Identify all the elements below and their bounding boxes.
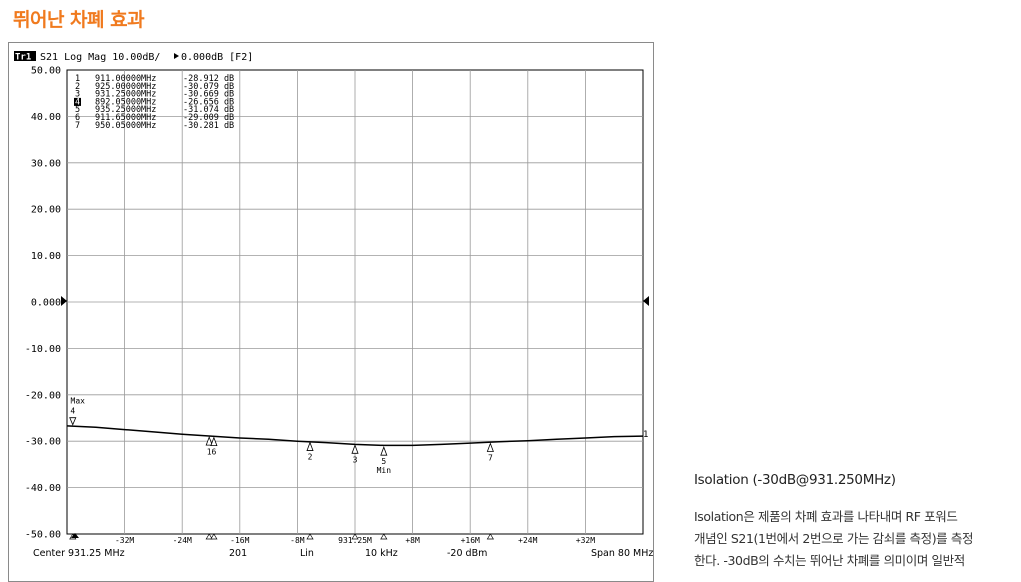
- x-tick-label: +8M: [405, 536, 420, 545]
- chart-marker-layer: 2 3 4Max 5Min 7 16: [69, 397, 494, 540]
- x-tick-label: -16M: [230, 536, 249, 545]
- chart-grid: [66, 69, 644, 535]
- marker-label: 7: [488, 454, 493, 463]
- marker-label: 4: [70, 407, 75, 416]
- y-tick-label: -30.00: [25, 437, 61, 448]
- side-body-line: 한다. -30dB의 수치는 뛰어난 차폐를 의미이며 일반적: [694, 553, 965, 568]
- ref-value: 0.000dB [F2]: [181, 52, 253, 63]
- marker-triangle: [486, 442, 494, 452]
- y-tick-label: 30.00: [31, 158, 61, 169]
- marker-axis-tick-icon: [486, 533, 494, 540]
- x-tick-label: +16M: [461, 536, 480, 545]
- y-tick-label: 40.00: [31, 112, 61, 123]
- analyzer-header: Tr1 S21 Log Mag 10.00dB/ 0.000dB [F2]: [14, 51, 253, 63]
- marker-note: Min: [377, 466, 392, 475]
- x-tick-label: -8M: [290, 536, 305, 545]
- marker-triangle: [210, 436, 218, 447]
- ref-arrow-icon: [174, 53, 179, 59]
- marker-axis-tick-icon: [380, 533, 388, 540]
- marker-triangle: [351, 444, 359, 454]
- chart-axes: 50.00 40.00 30.00 20.00 10.00 0.000 -10.00 -20.…: [25, 66, 595, 546]
- y-tick-label: -20.00: [25, 390, 61, 401]
- marker-axis-tick-icon: [306, 533, 314, 540]
- marker-table-value: -30.281 dB: [183, 121, 234, 131]
- marker-triangle: [306, 441, 314, 451]
- trace-params: S21 Log Mag 10.00dB/: [40, 52, 160, 63]
- x-tick-label: +32M: [576, 536, 595, 545]
- footer-span: Span 80 MHz: [591, 548, 653, 559]
- x-tick-label: +24M: [518, 536, 537, 545]
- side-body-line: Isolation은 제품의 차폐 효과를 나타내며 RF 포워드: [694, 509, 958, 524]
- marker-triangle: [380, 446, 388, 456]
- footer-power: -20 dBm: [447, 548, 487, 559]
- s21-chart: 50.00 40.00 30.00 20.00 10.00 0.000 -10.00 -20.…: [14, 51, 653, 559]
- y-tick-label: 0.000: [31, 298, 61, 309]
- footer-ifbw: 10 kHz: [365, 548, 398, 559]
- x-tick-label: -24M: [173, 536, 192, 545]
- marker-table-freq: 950.05000MHz: [95, 121, 156, 131]
- trace-tag: Tr1: [15, 53, 31, 63]
- marker-label: 2: [308, 453, 313, 462]
- footer-sweep: Lin: [300, 548, 314, 559]
- y-tick-label: -10.00: [25, 344, 61, 355]
- y-tick-label: 50.00: [31, 66, 61, 77]
- marker-label: 16: [207, 448, 217, 457]
- ref-level-right-arrow-icon: [643, 296, 649, 306]
- ref-level-left-arrow-icon: [61, 296, 67, 306]
- y-tick-label: -40.00: [25, 483, 61, 494]
- side-body-line: 개념인 S21(1번에서 2번으로 가는 감쇠를 측정)를 측정: [694, 531, 974, 546]
- x-tick-label: -32M: [115, 536, 134, 545]
- footer-center: Center 931.25 MHz: [33, 548, 125, 559]
- marker-triangle: [69, 417, 77, 426]
- side-body: Isolation은 제품의 차폐 효과를 나타내며 RF 포워드 개념인 S2…: [694, 506, 1016, 572]
- marker-table: 1 911.00000MHz -28.912 dB2 925.00000MHz -30.…: [74, 74, 234, 131]
- side-heading: Isolation (-30dB@931.250MHz): [694, 472, 896, 488]
- y-tick-label: -50.00: [25, 530, 61, 541]
- marker-axis-tick-icon: [210, 533, 218, 540]
- footer-points: 201: [229, 548, 247, 559]
- y-tick-label: 20.00: [31, 205, 61, 216]
- marker-label: 5: [381, 457, 386, 466]
- marker-label: 3: [353, 455, 358, 464]
- marker-table-id: 7: [75, 121, 80, 131]
- y-tick-label: 10.00: [31, 251, 61, 262]
- analyzer-footer: Center 931.25 MHz 201 Lin 10 kHz -20 dBm…: [33, 548, 653, 559]
- trace-end-label: 1: [643, 430, 648, 440]
- marker-note: Max: [71, 397, 86, 406]
